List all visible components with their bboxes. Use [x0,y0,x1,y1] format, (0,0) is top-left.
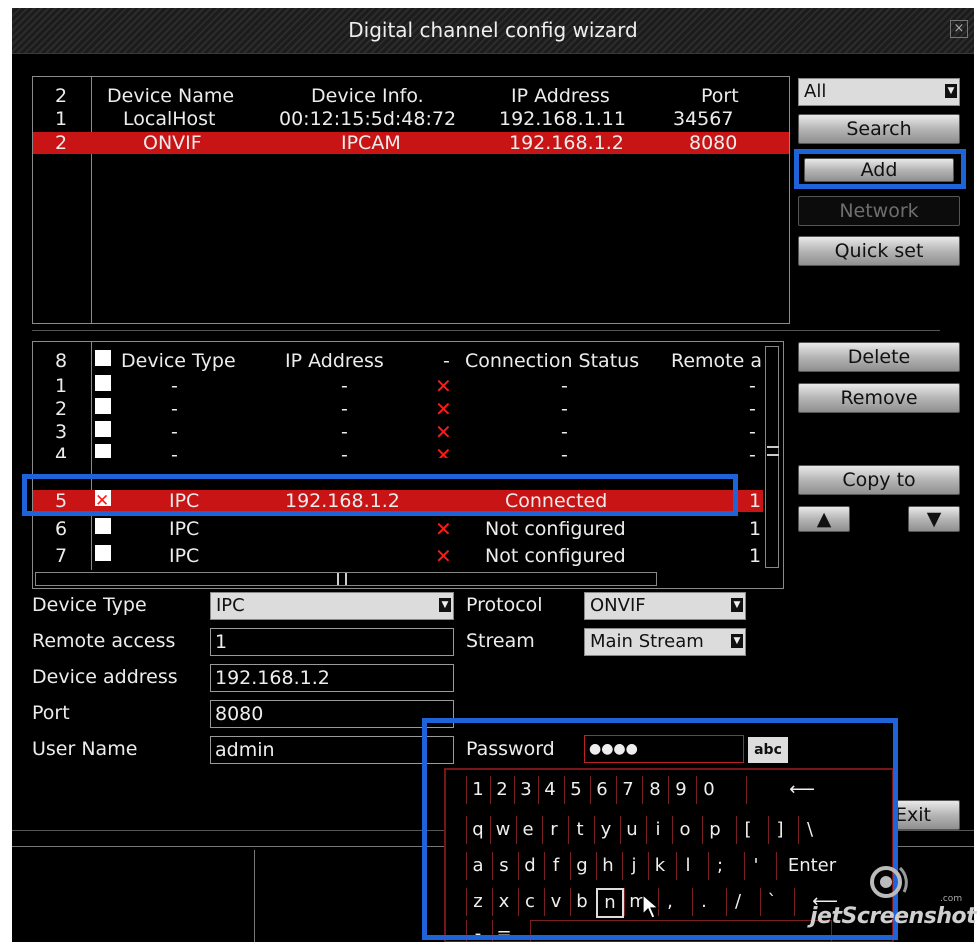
port-label: Port [32,702,70,724]
protocol-dropdown[interactable]: ONVIF ▼ [584,592,746,620]
row-checkbox[interactable] [95,545,111,561]
chevron-down-icon: ▼ [439,598,451,612]
add-button[interactable]: Add [804,158,954,182]
watermark-text: jetScreenshot [810,904,977,929]
chevron-down-icon: ▼ [731,598,743,612]
table-row[interactable]: 1 LocalHost 00:12:15:5d:48:72 192.168.1.… [33,108,789,130]
device-type-label: Device Type [32,594,147,616]
table-row[interactable]: 7 IPC ✕ Not configured 1 [33,545,763,567]
table-header: 8 Device Type IP Address - Connection St… [55,350,762,372]
channel-table: 8 Device Type IP Address - Connection St… [32,341,784,589]
watermark-suffix: .com [940,894,963,904]
device-type-dropdown[interactable]: IPC ▼ [210,592,454,620]
remove-button[interactable]: Remove [798,383,960,413]
window-title: Digital channel config wizard [348,18,638,42]
disconnected-x-icon: ✕ [435,374,452,398]
selected-row-highlight [22,474,738,516]
row-checkbox[interactable] [95,518,111,534]
network-button[interactable]: Network [798,196,960,226]
row-checkbox[interactable] [95,444,111,458]
close-icon[interactable]: × [950,20,968,38]
disconnected-x-icon: ✕ [435,420,452,444]
arrow-up-icon: ▲ [816,508,832,530]
section-divider [32,330,940,331]
scrollbar-thumb[interactable] [767,446,779,456]
table-row[interactable]: 6 IPC ✕ Not configured 1 [33,518,763,540]
table-row[interactable]: 1 - - ✕ - - [33,375,763,397]
user-name-label: User Name [32,738,138,760]
disconnected-x-icon: ✕ [435,397,452,421]
title-bar: Digital channel config wizard × [12,8,974,54]
table-row[interactable]: 2 - - ✕ - - [33,398,763,420]
table-header: 2 Device Name Device Info. IP Address Po… [55,85,739,107]
select-all-checkbox[interactable] [95,350,111,366]
disconnected-x-icon: ✕ [435,517,452,541]
row-checkbox[interactable] [95,398,111,414]
camera-logo-icon [870,866,908,898]
chevron-down-icon: ▼ [945,84,957,98]
protocol-label: Protocol [466,594,543,616]
stream-label: Stream [466,630,535,652]
filter-dropdown[interactable]: All ▼ [798,78,960,106]
stream-dropdown[interactable]: Main Stream ▼ [584,628,746,656]
row-checkbox[interactable] [95,375,111,391]
watermark: .com jetScreenshot [808,862,977,940]
move-up-button[interactable]: ▲ [798,506,850,532]
disconnected-x-icon: ✕ [435,444,452,458]
device-address-input[interactable]: 192.168.1.2 [210,664,454,692]
copy-to-button[interactable]: Copy to [798,465,960,495]
quick-set-button[interactable]: Quick set [798,236,960,266]
table-row-selected[interactable]: 2 ONVIF IPCAM 192.168.1.2 8080 [33,132,789,154]
table-row[interactable]: 3 - - ✕ - - [33,421,763,443]
move-down-button[interactable]: ▼ [908,506,960,532]
status-divider [254,850,255,942]
delete-button[interactable]: Delete [798,342,960,372]
user-name-input[interactable]: admin [210,736,454,764]
search-results-table: 2 Device Name Device Info. IP Address Po… [32,76,790,324]
arrow-down-icon: ▼ [926,508,942,530]
remote-access-label: Remote access [32,630,176,652]
disconnected-x-icon: ✕ [435,544,452,568]
chevron-down-icon: ▼ [731,634,743,648]
port-input[interactable]: 8080 [210,700,454,728]
table-row[interactable]: 4 - - ✕ - - [33,444,763,458]
remote-access-input[interactable]: 1 [210,628,454,656]
search-button[interactable]: Search [798,114,960,144]
device-address-label: Device address [32,666,178,688]
vertical-scrollbar[interactable] [765,346,779,568]
row-checkbox[interactable] [95,421,111,437]
scrollbar-grip-icon[interactable] [337,573,347,585]
